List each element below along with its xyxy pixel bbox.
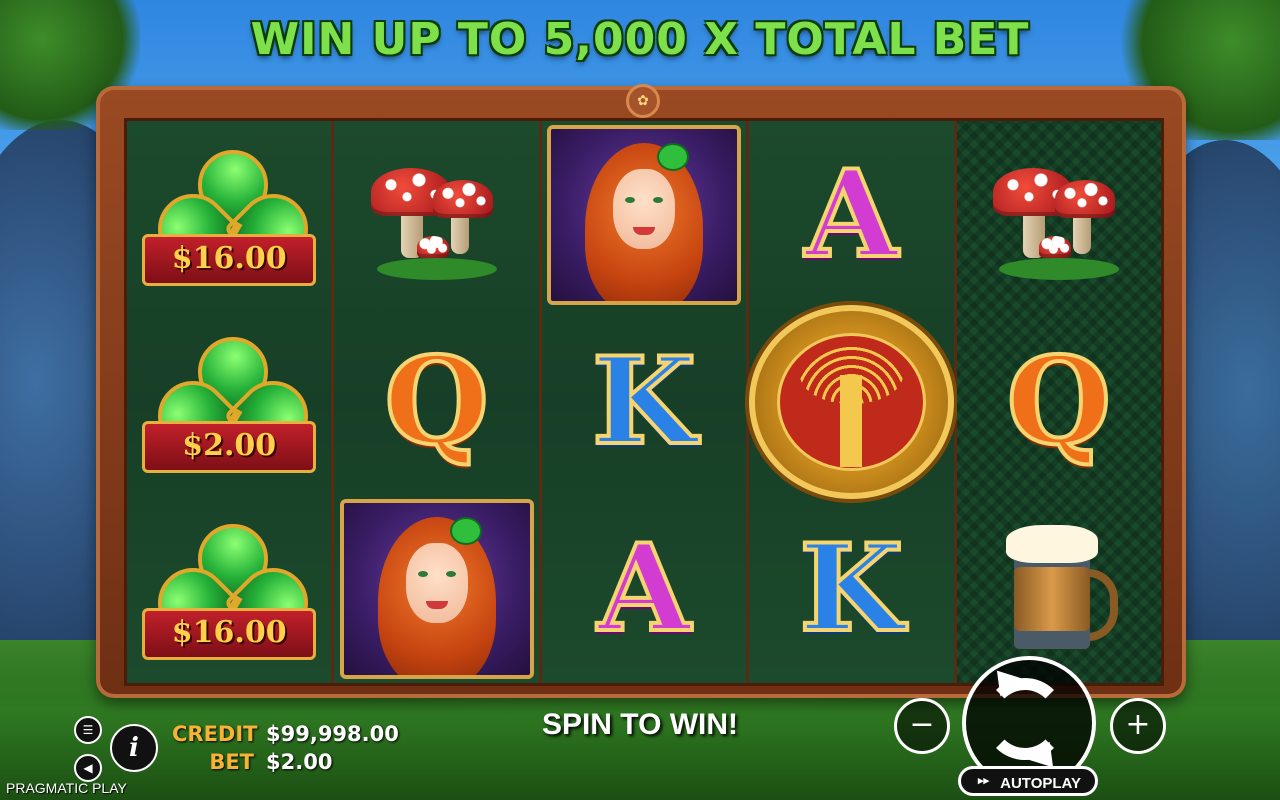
info-icon[interactable]: i [110,724,158,772]
autoplay-label: AUTOPLAY [1000,775,1081,792]
letter-a: A [803,143,900,285]
symbol-k: K [542,308,746,495]
letter-q: Q [382,330,491,472]
cash-value: $16.00 [142,233,317,286]
mushroom-icon [367,150,507,280]
clover-icon: $16.00 [142,509,323,660]
menu-icon[interactable]: ☰ [74,716,102,744]
cash-value: $2.00 [142,420,317,473]
symbol-clover-cash: $16.00 [127,121,331,308]
symbol-mushrooms [334,121,538,308]
symbol-a: A [749,121,953,308]
bet-value: $2.00 [266,750,333,774]
game-title: WIN UP TO 5,000 X TOTAL BET [250,14,1030,65]
credit-label: CREDIT [172,722,258,746]
reel-2: Q [334,121,542,683]
reel-1: $16.00 $2.00 $16.00 [127,121,335,683]
clover-icon: $16.00 [142,135,323,286]
letter-a: A [595,517,692,659]
autoplay-button[interactable]: ▸▸ AUTOPLAY [958,766,1098,796]
reel-3: K A [541,121,750,683]
cash-value: $16.00 [142,607,317,660]
bet-increase-button[interactable]: + [1110,698,1166,754]
symbol-clover-cash: $16.00 [127,495,331,682]
symbol-red-haired-lady [334,495,538,682]
brand-logo: PRAGMATIC PLAY [6,780,127,796]
symbol-clover-cash: $2.00 [127,308,331,495]
symbol-mushrooms [957,121,1161,308]
sound-icon[interactable]: ◀ [74,754,102,782]
symbol-k: K [749,495,953,682]
mushroom-icon [989,150,1129,280]
bet-decrease-button[interactable]: − [894,698,950,754]
letter-q: Q [1005,330,1114,472]
symbol-beer-mug [957,495,1161,682]
lady-portrait-icon [547,124,742,305]
credit-value: $99,998.00 [266,722,399,746]
symbol-q: Q [334,308,538,495]
symbol-red-haired-lady [542,121,746,308]
lady-portrait-icon [339,498,534,679]
reel-4: A K [749,121,957,683]
bet-label: BET [209,750,254,774]
symbol-q: Q [957,308,1161,495]
reel-grid: $16.00 $2.00 $16.00 Q K A A K Q [124,118,1164,686]
symbol-a: A [542,495,746,682]
frame-ornament-icon: ✿ [626,84,660,118]
letter-k: K [797,517,905,659]
autoplay-icon: ▸▸ [977,775,989,787]
letter-k: K [590,330,698,472]
symbol-tree-of-life [749,304,954,499]
reel-5: Q [956,121,1162,683]
tree-of-life-icon [749,304,954,499]
spin-icon [984,678,1066,760]
beer-mug-icon [1004,519,1118,659]
status-message: SPIN TO WIN! [541,708,739,741]
clover-icon: $2.00 [142,322,323,473]
